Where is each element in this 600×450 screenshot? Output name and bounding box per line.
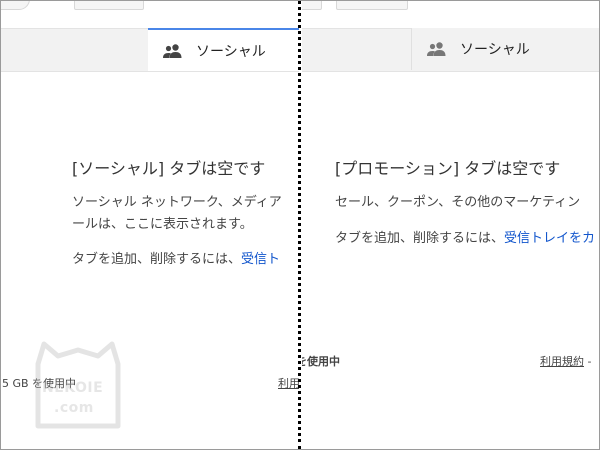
empty-tab-description: セール、クーポン、その他のマーケティン (335, 195, 581, 210)
add-remove-tabs-text: タブを追加、削除するには、受信トレイをカ (335, 227, 595, 246)
toolbar-button-stub[interactable] (336, 0, 408, 10)
tab-label: ソーシャル (460, 42, 530, 58)
terms-link[interactable]: 利用規約 (540, 355, 584, 368)
empty-tab-title: [プロモーション] タブは空です (335, 159, 561, 178)
comparison-divider (298, 0, 301, 450)
add-remove-prefix: タブを追加、削除するには、 (72, 252, 242, 267)
nekoie-watermark: NEKOIE .com (34, 334, 122, 430)
right-pane: ソーシャル [プロモーション] タブは空です セール、クーポン、その他のマーケテ… (302, 0, 600, 450)
storage-usage: を使用中 (302, 355, 340, 368)
terms-link[interactable]: 利用 (278, 375, 299, 391)
toolbar-button-stub[interactable] (302, 0, 322, 10)
toolbar-button-stub[interactable] (74, 0, 144, 10)
empty-tab-description-line2: ールは、ここに表示されます。 (72, 217, 253, 232)
watermark-line1: NEKOIE (42, 380, 104, 396)
tab-label: ソーシャル (196, 43, 266, 60)
tab-social[interactable]: ソーシャル (148, 28, 299, 71)
tab-bar: ソーシャル (302, 28, 600, 72)
toolbar-button-stub[interactable] (0, 0, 30, 10)
people-icon (426, 41, 448, 57)
footer-separator: - (587, 355, 592, 368)
empty-tab-title: [ソーシャル] タブは空です (72, 159, 266, 178)
watermark-line2: .com (54, 400, 94, 416)
add-remove-tabs-text: タブを追加、削除するには、受信ト (72, 248, 280, 267)
footer-links: 利用規約 - (540, 353, 591, 369)
people-icon (162, 43, 184, 59)
inbox-settings-link[interactable]: 受信トレイをカ (504, 231, 595, 246)
empty-tab-description-line1: ソーシャル ネットワーク、メディア (72, 195, 282, 210)
add-remove-prefix: タブを追加、削除するには、 (335, 231, 505, 246)
tab-social[interactable]: ソーシャル (411, 28, 600, 70)
inbox-settings-link[interactable]: 受信ト (241, 252, 280, 267)
tab-bar: ソーシャル (0, 28, 299, 72)
